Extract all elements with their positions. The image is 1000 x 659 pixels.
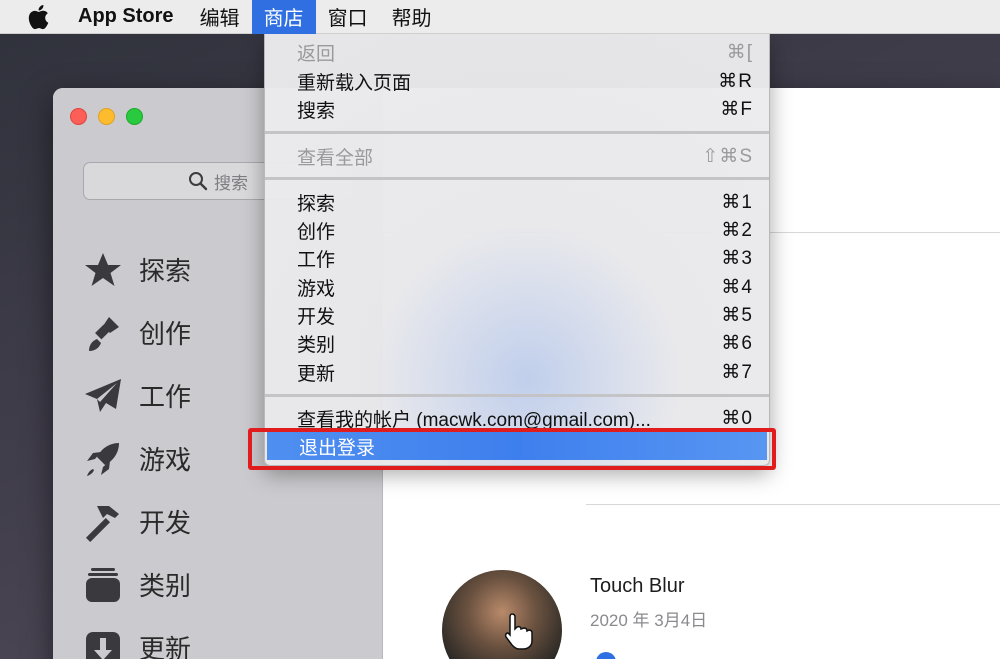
menu-store[interactable]: 商店: [251, 0, 316, 34]
menu-item-develop[interactable]: 开发 ⌘5: [265, 301, 769, 329]
hammer-icon: [81, 500, 125, 544]
sidebar-item-play[interactable]: 游戏: [81, 427, 191, 490]
stack-icon: [81, 563, 125, 607]
menu-item-shortcut: ⇧⌘S: [702, 145, 753, 167]
menu-separator: [265, 131, 769, 134]
menu-item-label: 返回: [297, 43, 336, 65]
sidebar-item-label: 类别: [139, 571, 192, 601]
download-icon: [81, 626, 125, 659]
menu-app-name[interactable]: App Store: [78, 0, 188, 34]
menu-separator: [265, 394, 769, 397]
app-date: 2020 年 3月4日: [590, 611, 708, 630]
menu-item-sign-out[interactable]: 退出登录: [267, 432, 767, 460]
menu-item-search[interactable]: 搜索 ⌘F: [265, 95, 769, 123]
menu-item-label: 更新: [297, 363, 336, 385]
app-title[interactable]: Touch Blur: [590, 575, 685, 598]
menu-item-shortcut: ⌘4: [721, 276, 753, 298]
menu-item-shortcut: ⌘F: [720, 98, 753, 120]
menu-edit[interactable]: 编辑: [188, 0, 252, 34]
menu-item-label: 创作: [297, 221, 336, 243]
paintbrush-icon: [81, 311, 125, 355]
sidebar-nav: 探索 创作 工作 游戏 开发 类别 更新: [81, 238, 191, 659]
sidebar-item-label: 创作: [139, 319, 192, 349]
menu-item-label: 类别: [297, 334, 336, 356]
sidebar-item-categories[interactable]: 类别: [81, 553, 191, 616]
menu-item-label: 开发: [297, 306, 336, 328]
search-placeholder: 搜索: [214, 173, 248, 193]
menu-item-shortcut: ⌘2: [721, 219, 753, 241]
menu-item-label: 搜索: [297, 100, 336, 122]
apple-logo-icon[interactable]: [27, 4, 49, 30]
sidebar-item-work[interactable]: 工作: [81, 364, 191, 427]
rocket-icon: [81, 437, 125, 481]
menu-item-categories[interactable]: 类别 ⌘6: [265, 329, 769, 357]
menu-item-shortcut: ⌘[: [726, 41, 753, 63]
menu-item-play[interactable]: 游戏 ⌘4: [265, 273, 769, 301]
content-divider: [586, 504, 1000, 505]
menu-bar: App Store 编辑 商店 窗口 帮助: [0, 0, 1000, 34]
menu-item-reload-page[interactable]: 重新载入页面 ⌘R: [265, 67, 769, 95]
menu-item-label: 查看全部: [297, 147, 374, 169]
menu-item-shortcut: ⌘5: [721, 304, 753, 326]
minimize-window-button[interactable]: [98, 108, 115, 125]
menu-item-label: 探索: [297, 193, 336, 215]
sidebar-item-label: 更新: [139, 634, 192, 659]
close-window-button[interactable]: [70, 108, 87, 125]
menu-window[interactable]: 窗口: [316, 0, 380, 34]
menu-item-back[interactable]: 返回 ⌘[: [265, 38, 769, 66]
menu-item-shortcut: ⌘3: [721, 247, 753, 269]
sidebar-item-discover[interactable]: 探索: [81, 238, 191, 301]
star-icon: [81, 248, 125, 292]
paper-plane-icon: [81, 374, 125, 418]
sidebar-item-label: 探索: [139, 256, 192, 286]
sidebar-item-label: 开发: [139, 508, 192, 538]
sidebar-item-create[interactable]: 创作: [81, 301, 191, 364]
sidebar-item-label: 游戏: [139, 445, 192, 475]
menu-item-label: 工作: [297, 249, 336, 271]
menu-item-shortcut: ⌘7: [721, 361, 753, 383]
menu-item-see-all[interactable]: 查看全部 ⇧⌘S: [265, 142, 769, 170]
menu-separator: [265, 177, 769, 180]
hand-cursor-icon: [504, 610, 544, 655]
menu-item-view-account[interactable]: 查看我的帐户 (macwk.com@gmail.com)... ⌘0: [265, 404, 769, 432]
menu-item-shortcut: ⌘6: [721, 332, 753, 354]
menu-item-updates[interactable]: 更新 ⌘7: [265, 358, 769, 386]
menu-item-label: 退出登录: [299, 437, 376, 459]
menu-item-label: 游戏: [297, 278, 336, 300]
menu-item-label: 查看我的帐户 (macwk.com@gmail.com)...: [297, 409, 651, 431]
zoom-window-button[interactable]: [126, 108, 143, 125]
menu-item-discover[interactable]: 探索 ⌘1: [265, 188, 769, 216]
menu-item-shortcut: ⌘R: [718, 70, 753, 92]
menu-item-work[interactable]: 工作 ⌘3: [265, 244, 769, 272]
sidebar-item-label: 工作: [139, 382, 192, 412]
menu-item-shortcut: ⌘1: [721, 191, 753, 213]
sidebar-item-updates[interactable]: 更新: [81, 616, 191, 659]
store-menu-dropdown: 返回 ⌘[ 重新载入页面 ⌘R 搜索 ⌘F 查看全部 ⇧⌘S 探索 ⌘1 创作 …: [264, 34, 770, 466]
search-icon: [189, 172, 208, 191]
menu-item-label: 重新载入页面: [297, 72, 412, 94]
window-controls: [70, 108, 143, 125]
menu-help[interactable]: 帮助: [380, 0, 444, 34]
menu-item-create[interactable]: 创作 ⌘2: [265, 216, 769, 244]
menu-item-shortcut: ⌘0: [721, 407, 753, 429]
sidebar-item-develop[interactable]: 开发: [81, 490, 191, 553]
